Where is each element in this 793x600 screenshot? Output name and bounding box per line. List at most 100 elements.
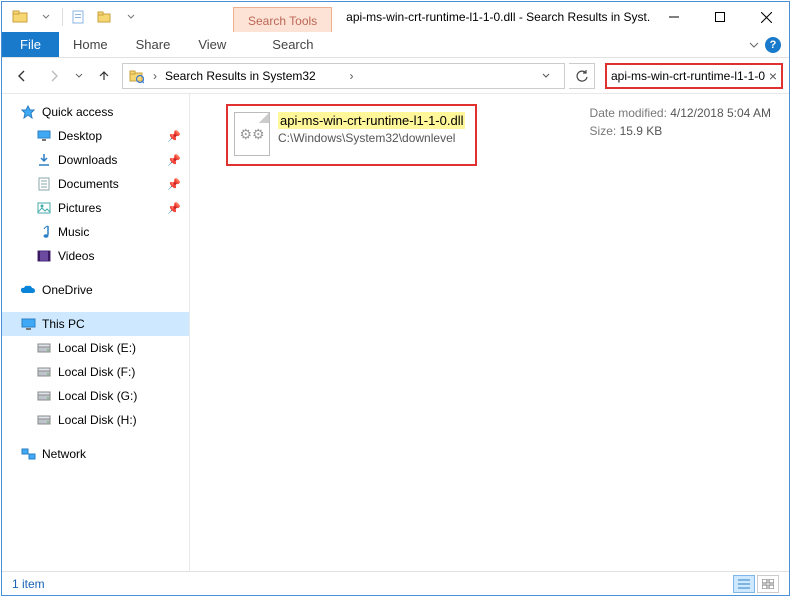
result-path: C:\Windows\System32\downlevel bbox=[278, 131, 465, 145]
drive-icon bbox=[36, 412, 52, 428]
breadcrumb-chevron-icon[interactable]: › bbox=[346, 69, 358, 83]
search-text: api-ms-win-crt-runtime-l1-1-0. bbox=[611, 69, 765, 83]
sidebar-item-music[interactable]: Music bbox=[36, 220, 189, 244]
picture-icon bbox=[36, 200, 52, 216]
pin-icon: 📌 bbox=[167, 202, 181, 215]
sidebar-drive[interactable]: Local Disk (G:) bbox=[36, 384, 189, 408]
location-icon bbox=[127, 67, 145, 85]
navigation-pane: Quick access Desktop📌Downloads📌Documents… bbox=[2, 94, 190, 571]
thumbnails-view-button[interactable] bbox=[757, 575, 779, 593]
tab-share[interactable]: Share bbox=[122, 32, 185, 57]
sidebar-drive[interactable]: Local Disk (H:) bbox=[36, 408, 189, 432]
properties-icon[interactable] bbox=[67, 5, 91, 29]
sidebar-item-label: Local Disk (G:) bbox=[58, 389, 137, 403]
address-bar[interactable]: › Search Results in System32 › bbox=[122, 63, 565, 89]
video-icon bbox=[36, 248, 52, 264]
expand-ribbon-icon[interactable] bbox=[749, 40, 759, 50]
date-modified-label: Date modified: bbox=[590, 106, 667, 120]
sidebar-network[interactable]: Network bbox=[2, 442, 189, 466]
results-pane: ⚙⚙ api-ms-win-crt-runtime-l1-1-0.dll C:\… bbox=[190, 94, 789, 571]
this-pc-label: This PC bbox=[42, 317, 85, 331]
result-filename: api-ms-win-crt-runtime-l1-1-0.dll bbox=[278, 112, 465, 129]
sidebar-item-label: Local Disk (H:) bbox=[58, 413, 137, 427]
document-icon bbox=[36, 176, 52, 192]
search-result-row[interactable]: ⚙⚙ api-ms-win-crt-runtime-l1-1-0.dll C:\… bbox=[200, 104, 779, 166]
up-button[interactable] bbox=[90, 62, 118, 90]
contextual-tab-header: Search Tools bbox=[233, 2, 332, 32]
clear-search-icon[interactable]: × bbox=[765, 68, 777, 84]
pin-icon: 📌 bbox=[167, 178, 181, 191]
sidebar-item-label: Documents bbox=[58, 177, 119, 191]
drive-icon bbox=[36, 388, 52, 404]
desktop-icon bbox=[36, 128, 52, 144]
size-value: 15.9 KB bbox=[620, 124, 663, 138]
sidebar-item-label: Local Disk (F:) bbox=[58, 365, 135, 379]
result-metadata: Date modified: 4/12/2018 5:04 AM Size: 1… bbox=[590, 104, 779, 140]
tab-view[interactable]: View bbox=[184, 32, 240, 57]
network-icon bbox=[20, 446, 36, 462]
back-button[interactable] bbox=[8, 62, 36, 90]
file-tab[interactable]: File bbox=[2, 32, 59, 57]
cloud-icon bbox=[20, 282, 36, 298]
qat-customize-icon[interactable] bbox=[119, 5, 143, 29]
download-icon bbox=[36, 152, 52, 168]
titlebar: Search Tools api-ms-win-crt-runtime-l1-1… bbox=[2, 2, 789, 32]
music-icon bbox=[36, 224, 52, 240]
pin-icon: 📌 bbox=[167, 130, 181, 143]
breadcrumb-segment[interactable]: Search Results in System32 bbox=[165, 69, 342, 83]
forward-button[interactable] bbox=[40, 62, 68, 90]
sidebar-this-pc[interactable]: This PC bbox=[2, 312, 189, 336]
quick-access-label: Quick access bbox=[42, 105, 113, 119]
sidebar-item-label: Desktop bbox=[58, 129, 102, 143]
gears-icon: ⚙⚙ bbox=[239, 126, 264, 143]
search-tools-label: Search Tools bbox=[233, 7, 332, 32]
sidebar-item-label: Videos bbox=[58, 249, 94, 263]
drive-icon bbox=[36, 364, 52, 380]
onedrive-label: OneDrive bbox=[42, 283, 93, 297]
sidebar-item-pictures[interactable]: Pictures 📌 bbox=[36, 196, 189, 220]
sidebar-drive[interactable]: Local Disk (F:) bbox=[36, 360, 189, 384]
body: Quick access Desktop📌Downloads📌Documents… bbox=[2, 94, 789, 571]
sidebar-item-desktop[interactable]: Desktop 📌 bbox=[36, 124, 189, 148]
breadcrumb-chevron-icon[interactable]: › bbox=[149, 69, 161, 83]
sidebar-onedrive[interactable]: OneDrive bbox=[2, 278, 189, 302]
sidebar-drive[interactable]: Local Disk (E:) bbox=[36, 336, 189, 360]
sidebar-item-label: Pictures bbox=[58, 201, 101, 215]
tab-home[interactable]: Home bbox=[59, 32, 122, 57]
network-label: Network bbox=[42, 447, 86, 461]
maximize-button[interactable] bbox=[697, 2, 743, 32]
window-title: api-ms-win-crt-runtime-l1-1-0.dll - Sear… bbox=[332, 2, 651, 32]
new-folder-icon[interactable] bbox=[93, 5, 117, 29]
star-icon bbox=[20, 104, 36, 120]
sidebar-item-label: Downloads bbox=[58, 153, 117, 167]
recent-dropdown-icon[interactable] bbox=[72, 62, 86, 90]
explorer-window: Search Tools api-ms-win-crt-runtime-l1-1… bbox=[1, 1, 790, 596]
help-icon[interactable]: ? bbox=[765, 37, 781, 53]
sidebar-quick-access[interactable]: Quick access bbox=[2, 100, 189, 124]
refresh-button[interactable] bbox=[569, 63, 595, 89]
sidebar-item-label: Music bbox=[58, 225, 89, 239]
monitor-icon bbox=[20, 316, 36, 332]
search-input[interactable]: api-ms-win-crt-runtime-l1-1-0. × bbox=[605, 63, 783, 89]
item-count: 1 item bbox=[12, 577, 45, 591]
sidebar-item-documents[interactable]: Documents 📌 bbox=[36, 172, 189, 196]
address-history-dropdown-icon[interactable] bbox=[542, 72, 560, 80]
ribbon-tabs: File Home Share View Search ? bbox=[2, 32, 789, 58]
close-button[interactable] bbox=[743, 2, 789, 32]
dll-file-icon: ⚙⚙ bbox=[234, 112, 270, 156]
tab-search[interactable]: Search bbox=[258, 32, 327, 57]
date-modified-value: 4/12/2018 5:04 AM bbox=[670, 106, 771, 120]
sidebar-item-label: Local Disk (E:) bbox=[58, 341, 136, 355]
pin-icon: 📌 bbox=[167, 154, 181, 167]
size-label: Size: bbox=[590, 124, 617, 138]
qat-dropdown-1[interactable] bbox=[34, 5, 58, 29]
folder-icon[interactable] bbox=[8, 5, 32, 29]
minimize-button[interactable] bbox=[651, 2, 697, 32]
details-view-button[interactable] bbox=[733, 575, 755, 593]
sidebar-item-downloads[interactable]: Downloads 📌 bbox=[36, 148, 189, 172]
status-bar: 1 item bbox=[2, 571, 789, 595]
separator bbox=[62, 8, 63, 26]
sidebar-item-videos[interactable]: Videos bbox=[36, 244, 189, 268]
drive-icon bbox=[36, 340, 52, 356]
result-highlight-box: ⚙⚙ api-ms-win-crt-runtime-l1-1-0.dll C:\… bbox=[226, 104, 477, 166]
